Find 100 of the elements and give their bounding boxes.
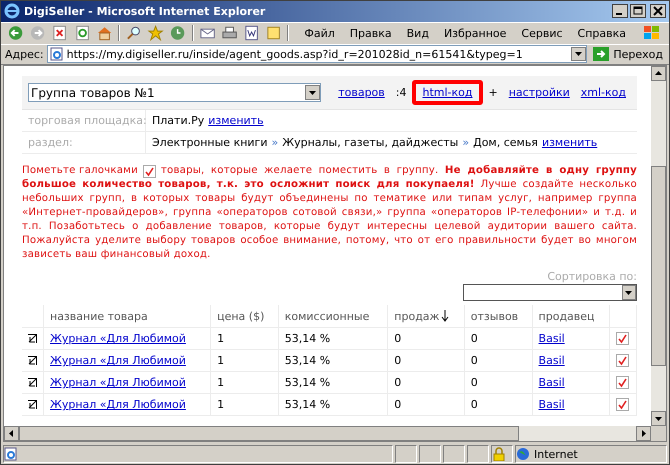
seller-link[interactable]: Basil: [538, 398, 565, 412]
reviews-cell: 0: [464, 328, 532, 350]
minimize-icon[interactable]: [612, 4, 628, 18]
notice-text: Пометьте галочками: [22, 164, 138, 178]
scroll-up-icon[interactable]: [651, 66, 666, 82]
column-header[interactable]: цена ($): [210, 305, 278, 328]
link[interactable]: xml-код: [576, 84, 631, 102]
price-cell: 1: [210, 350, 278, 372]
menu-item[interactable]: Вид: [406, 26, 429, 40]
link[interactable]: настройки: [504, 84, 575, 102]
scroll-right-icon[interactable]: [636, 426, 651, 442]
external-link-icon[interactable]: [28, 400, 37, 410]
product-link[interactable]: Журнал «Для Любимой: [50, 376, 186, 390]
product-link[interactable]: Журнал «Для Любимой: [50, 354, 186, 368]
scroll-down-icon[interactable]: [651, 411, 666, 426]
document-icon[interactable]: [242, 24, 260, 42]
star-icon[interactable]: [147, 24, 164, 42]
checkbox-icon[interactable]: [616, 332, 629, 345]
checkbox-icon[interactable]: [142, 164, 156, 178]
scrollbar-corner: [651, 426, 666, 442]
info-label: торговая площадка:: [22, 110, 146, 132]
maximize-icon[interactable]: [630, 4, 646, 18]
column-header[interactable]: продавец: [532, 305, 610, 328]
column-header[interactable]: отзывов: [464, 305, 532, 328]
checkbox-icon[interactable]: [616, 398, 629, 411]
status-panel: [467, 445, 489, 464]
refresh-icon[interactable]: [74, 24, 91, 42]
product-link[interactable]: Журнал «Для Любимой: [50, 398, 186, 412]
count-text: +: [488, 85, 499, 102]
price-cell: 1: [210, 372, 278, 394]
menu-item[interactable]: Избранное: [444, 26, 506, 40]
reviews-cell: 0: [464, 372, 532, 394]
price-cell: 1: [210, 328, 278, 350]
scrollbar-thumb[interactable]: [651, 166, 666, 366]
dropdown-icon[interactable]: [571, 47, 586, 62]
seller-link[interactable]: Basil: [538, 376, 565, 390]
link[interactable]: товаров: [333, 84, 390, 102]
browser-logo-icon: [4, 3, 20, 20]
price-cell: 1: [210, 394, 278, 416]
info-text: Электронные книги: [152, 136, 268, 150]
menu-item[interactable]: Сервис: [521, 26, 563, 40]
info-text: Дом, семья: [473, 136, 538, 150]
reviews-cell: 0: [464, 394, 532, 416]
column-header[interactable]: продаж: [388, 305, 464, 328]
history-icon[interactable]: [169, 24, 187, 42]
notice-text: большое количество товаров, т.к. это осложнит поиск для покупаеля! Лучше создайте несколько небольших групп, в которых товары будут объединены по тематике или типам услуг, например группа «Интернет-провайдеров», группа «операторов сотовой связи,» группа «операторов IP-телефонии» и т.д. и т.п. Позаботьтесь о добавление товаров, которые будут интересны целевой аудитории вашего сайта. Пожалуйста уделите выбору товаров особое внимание, потому, что от его правильности будет во многом зависеть ваш финансовый доход.: [22, 178, 637, 262]
count-text: :4: [394, 85, 408, 102]
close-icon[interactable]: [650, 4, 666, 18]
status-panel: [395, 445, 417, 464]
external-link-icon[interactable]: [28, 334, 37, 344]
menu-item[interactable]: Файл: [304, 26, 335, 40]
scrollbar-thumb[interactable]: [19, 426, 519, 442]
external-link-icon[interactable]: [28, 356, 37, 366]
stop-icon[interactable]: [51, 24, 69, 42]
group-select[interactable]: Группа товаров №1: [28, 83, 322, 102]
sort-arrow-icon[interactable]: [441, 310, 450, 322]
address-field[interactable]: https://my.digiseller.ru/inside/agent_goods.asp?id_r=201028id_n=61541&typeg=1: [46, 45, 588, 64]
reviews-cell: 0: [464, 350, 532, 372]
dropdown-icon[interactable]: [305, 85, 320, 100]
menu-item[interactable]: Справка: [578, 26, 626, 40]
status-panel: [419, 445, 441, 464]
checkbox-icon[interactable]: [616, 354, 629, 367]
column-header[interactable]: комиссионные: [278, 305, 388, 328]
page-icon: [4, 447, 18, 462]
dropdown-icon[interactable]: [622, 285, 636, 300]
window-title: DigiSeller - Microsoft Internet Explorer: [24, 4, 266, 18]
breadcrumb-separator: »: [462, 136, 470, 150]
external-link-icon[interactable]: [28, 378, 37, 388]
go-button[interactable]: Переход: [590, 46, 665, 62]
back-icon[interactable]: [7, 24, 24, 42]
lock-icon: [492, 447, 506, 462]
product-link[interactable]: Журнал «Для Любимой: [50, 332, 186, 346]
column-header[interactable]: название товара: [44, 305, 211, 328]
seller-link[interactable]: Basil: [538, 354, 565, 368]
seller-link[interactable]: Basil: [538, 332, 565, 346]
scroll-left-icon[interactable]: [4, 426, 19, 442]
status-panel: [443, 445, 465, 464]
sales-cell: 0: [388, 350, 464, 372]
notice-text: товары, которые желаете поместить в группу. Не добавляйте в одну группу: [160, 164, 637, 178]
info-label: раздел:: [22, 132, 146, 154]
sales-cell: 0: [388, 394, 464, 416]
breadcrumb-separator: »: [272, 136, 278, 150]
commission-cell: 53,14 %: [278, 372, 388, 394]
sort-select[interactable]: [463, 284, 637, 302]
link[interactable]: изменить: [542, 136, 598, 150]
sales-cell: 0: [388, 328, 464, 350]
commission-cell: 53,14 %: [278, 350, 388, 372]
zone-text: Internet: [534, 448, 578, 461]
address-label: Адрес:: [5, 48, 44, 61]
info-text: Журналы, газеты, дайджесты: [282, 136, 458, 150]
menu-item[interactable]: Правка: [350, 26, 392, 40]
link[interactable]: html-код: [412, 80, 482, 106]
checkbox-icon[interactable]: [616, 376, 629, 389]
horizontal-scrollbar[interactable]: [4, 426, 651, 442]
commission-cell: 53,14 %: [278, 394, 388, 416]
sales-cell: 0: [388, 372, 464, 394]
sort-label: Сортировка по:: [547, 270, 637, 284]
vertical-scrollbar[interactable]: [651, 66, 666, 426]
page-icon: [50, 47, 64, 62]
link[interactable]: изменить: [208, 114, 264, 128]
